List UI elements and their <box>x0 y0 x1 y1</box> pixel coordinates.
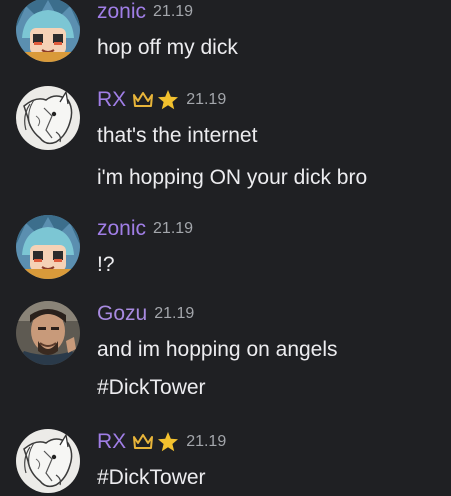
timestamp[interactable]: 21.19 <box>153 3 193 21</box>
timestamp[interactable]: 21.19 <box>154 305 194 323</box>
timestamp[interactable]: 21.19 <box>153 220 193 238</box>
role-badges <box>132 89 179 111</box>
role-badges <box>132 431 179 453</box>
star-icon[interactable] <box>157 89 179 111</box>
message-text: #DickTower <box>97 376 206 399</box>
man-photo-avatar-icon <box>16 301 80 365</box>
horse-sketch-avatar-icon <box>16 86 80 150</box>
horse-sketch-avatar-icon <box>16 429 80 493</box>
avatar[interactable] <box>16 86 80 150</box>
star-icon[interactable] <box>157 431 179 453</box>
message-text: #DickTower <box>97 466 206 489</box>
username[interactable]: zonic <box>97 0 146 24</box>
message-text: and im hopping on angels <box>97 338 338 361</box>
username[interactable]: Gozu <box>97 302 147 326</box>
message-text: that's the internet <box>97 124 258 147</box>
avatar[interactable] <box>16 215 80 279</box>
anime-character-avatar-icon <box>16 0 80 62</box>
message-text: !? <box>97 253 115 276</box>
timestamp[interactable]: 21.19 <box>186 91 226 109</box>
timestamp[interactable]: 21.19 <box>186 433 226 451</box>
username[interactable]: RX <box>97 430 126 454</box>
message-text: hop off my dick <box>97 36 238 59</box>
username[interactable]: RX <box>97 88 126 112</box>
avatar[interactable] <box>16 429 80 493</box>
username[interactable]: zonic <box>97 217 146 241</box>
crown-icon[interactable] <box>132 433 154 451</box>
crown-icon[interactable] <box>132 91 154 109</box>
avatar[interactable] <box>16 0 80 62</box>
message-text: i'm hopping ON your dick bro <box>97 166 368 189</box>
anime-character-avatar-icon <box>16 215 80 279</box>
avatar[interactable] <box>16 301 80 365</box>
